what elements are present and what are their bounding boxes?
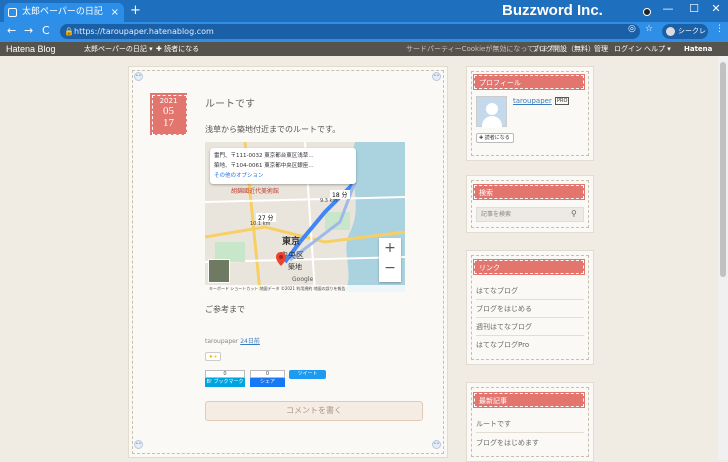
subscribe-header-button[interactable]: ✚ 読者になる (156, 42, 199, 56)
close-window-button[interactable]: ✕ (706, 2, 726, 15)
hatebu-share[interactable]: 0 B! ブックマーク (205, 370, 245, 389)
tweet-button[interactable]: ツイート (289, 370, 326, 379)
tab-close-icon[interactable]: × (111, 3, 119, 22)
admin-link[interactable]: 管理 (594, 42, 608, 56)
links-heading: リンク (473, 259, 585, 275)
incognito-icon (666, 27, 675, 36)
url-text: https://taroupaper.hatenablog.com (74, 27, 214, 36)
link-hatena-blog[interactable]: はてなブログ (476, 286, 518, 296)
entry-byline: taroupaper 24日前 (205, 336, 260, 345)
map-poi-red: 胡錦國近代美術館 (231, 188, 280, 195)
author-name: taroupaper (205, 338, 239, 345)
eye-off-icon[interactable]: ◎ (628, 24, 636, 34)
reload-button[interactable]: C (42, 24, 50, 37)
search-input[interactable]: 記事を検索 (476, 207, 584, 222)
tab-title: 太郎ペーパーの日記 (22, 7, 103, 17)
back-button[interactable]: ← (7, 24, 16, 37)
scrollbar-thumb[interactable] (720, 62, 726, 277)
corner-ornament-icon: •• (134, 440, 143, 449)
profile-heading: プロフィール (473, 74, 585, 90)
profile-dot-icon (643, 8, 651, 16)
more-options-link[interactable]: その他のオプション (214, 171, 352, 181)
search-module (466, 175, 594, 233)
browser-tab[interactable]: 太郎ペーパーの日記 × (4, 3, 124, 22)
entry-closing-text: ご参考まで (205, 305, 245, 314)
subscribe-button[interactable]: ✚ 読者になる (476, 133, 514, 143)
divider (476, 432, 584, 433)
new-tab-button[interactable]: + (130, 3, 141, 19)
recent-entry[interactable]: ルートです (476, 419, 511, 429)
entry-time-link[interactable]: 24日前 (240, 338, 260, 345)
forward-button[interactable]: → (24, 24, 33, 37)
entry-body-text: 浅草から築地付近までのルートです。 (205, 125, 341, 134)
help-dropdown[interactable]: ヘルプ ▾ (644, 42, 671, 56)
recent-entry[interactable]: ブログをはじめます (476, 438, 539, 448)
date-month: 05 (163, 105, 174, 117)
brand-watermark: Buzzword Inc. (502, 2, 603, 19)
google-logo: Google (292, 276, 314, 283)
minimize-button[interactable]: — (658, 2, 678, 15)
corner-ornament-icon: •• (432, 440, 441, 449)
hatebu-label: B! ブックマーク (205, 378, 245, 387)
satellite-toggle[interactable] (208, 259, 230, 283)
facebook-count: 0 (250, 370, 285, 378)
route-destination: 築地、〒104-0061 東京都中央区銀座… (214, 163, 314, 169)
route-origin: 雷門、〒111-0032 東京都台東区浅草… (214, 153, 314, 159)
hatebu-count: 0 (205, 370, 245, 378)
maximize-button[interactable]: ☐ (684, 2, 704, 15)
profile-username[interactable]: taroupaper (513, 97, 552, 105)
map-label-tsukiji: 築地 (288, 263, 302, 271)
zoom-out-button[interactable]: − (379, 258, 401, 278)
facebook-label: シェア (250, 378, 285, 387)
zoom-in-button[interactable]: + (379, 238, 401, 258)
hatena-link[interactable]: Hatena (684, 42, 712, 56)
map-label-tokyo: 東京 (282, 237, 301, 247)
search-icon[interactable]: ⚲ (571, 209, 577, 218)
map-pin-icon (276, 252, 286, 266)
corner-ornament-icon: •• (432, 72, 441, 81)
directions-card[interactable]: 雷門、〒111-0032 東京都台東区浅草… 築地、〒104-0061 東京都中… (210, 148, 356, 184)
date-year: 2021 (159, 97, 178, 105)
divider (476, 299, 584, 300)
car-distance: 10.1 km (250, 221, 271, 227)
avatar[interactable] (476, 96, 507, 128)
login-link[interactable]: ログイン (614, 42, 642, 56)
link-pro[interactable]: はてなブログPro (476, 340, 529, 350)
date-day: 17 (163, 117, 174, 129)
bookmark-star-icon[interactable]: ☆ (645, 24, 653, 34)
entry-date[interactable]: 2021 05 17 (150, 93, 187, 135)
blog-name-dropdown[interactable]: 太郎ペーパーの日記 ▾ (84, 42, 153, 56)
map-footer[interactable]: キーボード ショートカット 地図データ ©2021 利用規約 地図の誤りを報告 (205, 285, 405, 292)
corner-ornament-icon: •• (134, 72, 143, 81)
favicon-icon (8, 8, 17, 17)
search-heading: 検索 (473, 184, 585, 200)
url-input[interactable]: 🔒 https://taroupaper.hatenablog.com (60, 24, 640, 39)
recent-heading: 最新記事 (473, 392, 585, 408)
browser-menu-button[interactable]: ⋮ (715, 24, 724, 34)
divider (476, 317, 584, 318)
incognito-indicator[interactable]: シークレット (662, 24, 708, 50)
hatena-blog-logo[interactable]: Hatena Blog (6, 42, 56, 56)
lock-icon: 🔒 (64, 27, 74, 36)
divider (476, 335, 584, 336)
entry-title[interactable]: ルートです (205, 95, 255, 110)
map-zoom-control[interactable]: + − (379, 238, 401, 282)
link-weekly[interactable]: 週刊はてなブログ (476, 322, 532, 332)
facebook-share[interactable]: 0 シェア (250, 370, 285, 389)
train-distance: 9.3 km (320, 198, 338, 204)
link-start-blog[interactable]: ブログをはじめる (476, 304, 532, 314)
write-comment-button[interactable]: コメントを書く (205, 401, 423, 421)
add-star-button[interactable]: ★+ (205, 352, 221, 361)
pro-badge: PRO (555, 97, 570, 105)
open-blog-link[interactable]: ブログ開設（無料） (532, 42, 595, 56)
